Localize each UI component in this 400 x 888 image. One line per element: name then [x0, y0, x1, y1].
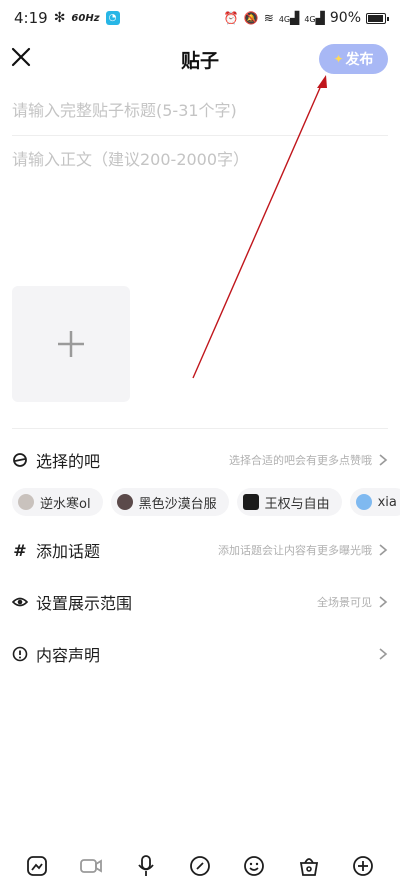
more-button[interactable] [347, 850, 379, 882]
chevron-right-icon [379, 454, 388, 466]
emoji-icon [244, 856, 265, 876]
add-image-button[interactable] [12, 286, 130, 402]
mute-icon: 🔕 [243, 11, 259, 25]
battery-icon [366, 12, 389, 24]
signal-icon-2: 4G▟ [304, 11, 325, 25]
voice-button[interactable] [130, 850, 162, 882]
info-icon [12, 646, 28, 662]
visibility-hint: 全场景可见 [317, 596, 372, 609]
shop-button[interactable] [293, 850, 325, 882]
bar-chip[interactable]: 王权与自由 [236, 488, 342, 516]
link-button[interactable] [184, 850, 216, 882]
wifi-icon: ≋ [263, 11, 274, 25]
refresh-rate: 60Hz [71, 12, 100, 24]
sticker-icon [27, 856, 48, 876]
sticker-button[interactable] [21, 850, 53, 882]
select-bar-label: 选择的吧 [36, 452, 101, 471]
status-time: 4:19 [14, 9, 48, 27]
bar-chip-label: xia [377, 494, 397, 510]
content-declaration-row[interactable]: 内容声明 [12, 639, 388, 669]
signal-icon-1: 4G▟ [278, 11, 300, 25]
alarm-icon: ⏰ [223, 11, 239, 25]
add-icon [352, 856, 373, 876]
sparkle-icon: ✦ [333, 52, 344, 66]
divider [12, 428, 388, 429]
video-button[interactable] [75, 850, 107, 882]
bar-chip-label: 黑色沙漠台服 [138, 496, 217, 512]
bar-avatar [355, 494, 372, 510]
publish-label: 发布 [345, 52, 374, 68]
bar-avatar [116, 494, 133, 510]
bar-chip[interactable]: xia [349, 488, 400, 516]
bar-avatar [242, 494, 259, 510]
add-topic-row[interactable]: # 添加话题 添加话题会让内容有更多曝光哦 [12, 535, 388, 565]
hashtag-icon: # [13, 540, 27, 560]
add-topic-hint: 添加话题会让内容有更多曝光哦 [218, 544, 372, 557]
network-label-2: 4G [304, 15, 316, 24]
chevron-right-icon [379, 544, 388, 556]
bar-chip-label: 逆水寒ol [40, 496, 91, 512]
header: 贴子 ✦ 发布 [0, 40, 400, 80]
publish-button[interactable]: ✦ 发布 [319, 44, 388, 74]
link-icon [190, 856, 210, 876]
bar-chip-label: 王权与自由 [264, 496, 330, 512]
select-bar-hint: 选择合适的吧会有更多点赞哦 [229, 454, 372, 467]
visibility-row[interactable]: 设置展示范围 全场景可见 [12, 587, 388, 617]
title-input[interactable] [12, 92, 388, 128]
app-notification-icon: ◔ [105, 11, 120, 25]
microphone-icon [137, 855, 154, 876]
fan-icon: ✻ [53, 10, 66, 26]
bar-avatar [18, 494, 34, 510]
bar-icon [12, 452, 28, 468]
visibility-label: 设置展示范围 [36, 594, 133, 613]
bar-chip[interactable]: 逆水寒ol [12, 488, 103, 516]
chevron-right-icon [379, 596, 388, 608]
network-label-1: 4G [278, 15, 291, 24]
add-topic-label: 添加话题 [36, 542, 101, 561]
bar-chips: 逆水寒ol 黑色沙漠台服 王权与自由 xia [12, 488, 400, 518]
body-input[interactable] [12, 146, 388, 266]
bar-chip[interactable]: 黑色沙漠台服 [110, 488, 229, 516]
divider [12, 135, 388, 136]
battery-percent: 90% [329, 10, 361, 26]
video-icon [80, 859, 103, 873]
emoji-button[interactable] [238, 850, 270, 882]
plus-icon [58, 331, 84, 357]
eye-icon [12, 594, 28, 610]
bag-icon [299, 858, 318, 876]
chevron-right-icon [379, 648, 388, 660]
annotation-arrow [192, 75, 327, 379]
status-bar: 4:19 ✻ 60Hz ◔ ⏰ 🔕 ≋ 4G▟ 4G▟ 90% [0, 0, 400, 36]
bottom-toolbar [0, 846, 400, 886]
select-bar-row[interactable]: 选择的吧 选择合适的吧会有更多点赞哦 [12, 445, 388, 475]
content-declaration-label: 内容声明 [36, 646, 101, 665]
